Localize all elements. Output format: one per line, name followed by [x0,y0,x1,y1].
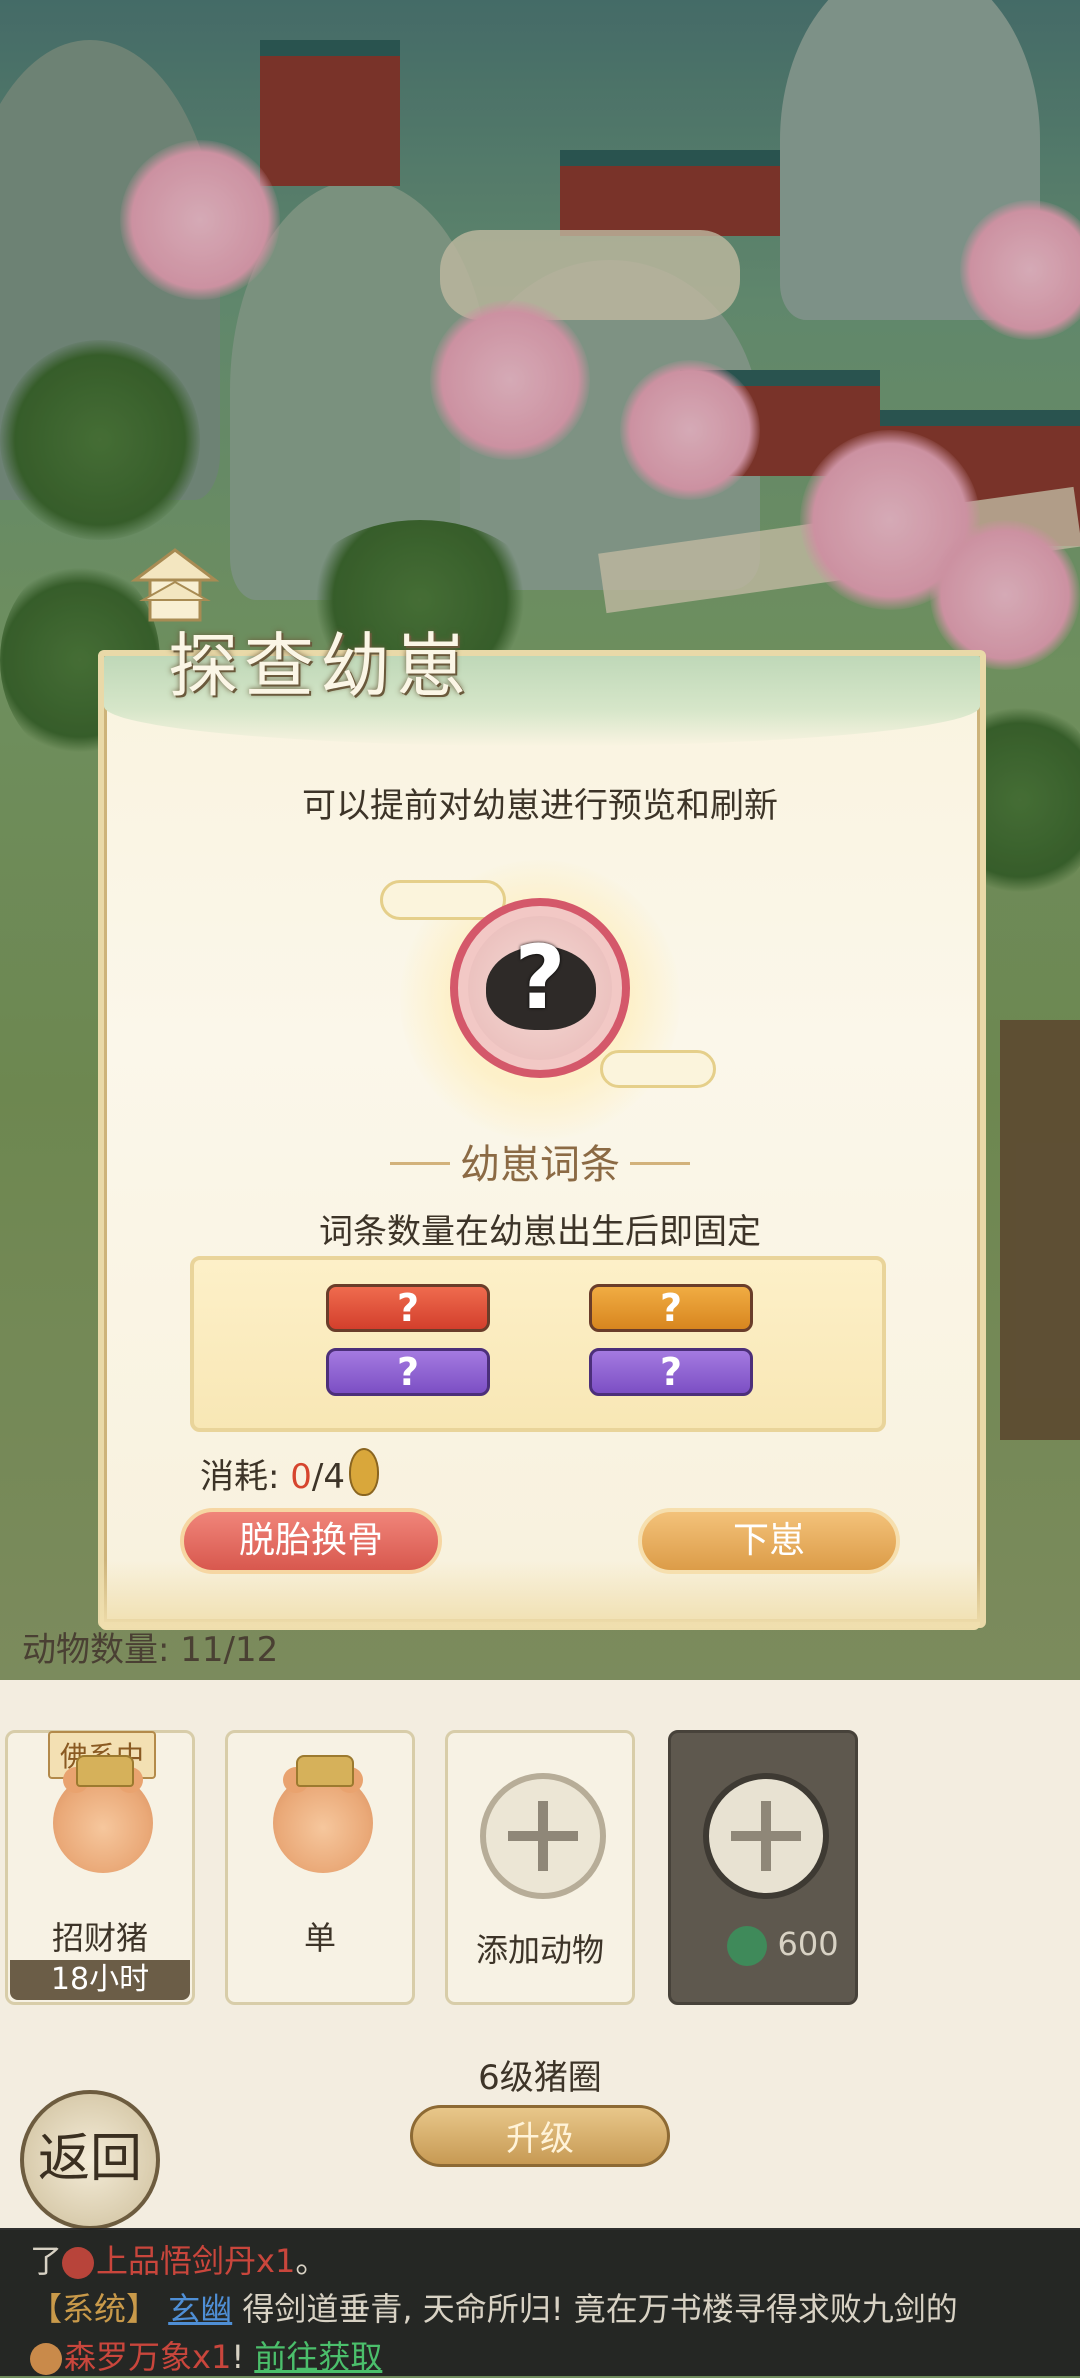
pen-level: 6级猪圈 [478,2058,602,2098]
chat-line-3: 森罗万象x1! 前往获取 [30,2332,382,2378]
scroll-icon [30,2343,62,2375]
pig-avatar [53,1767,153,1873]
question-mark: ? [514,926,566,1029]
cost-total: /4 [311,1457,346,1497]
section-title: 幼崽词条 [460,1142,620,1188]
chat-bar[interactable]: 了上品悟剑丹x1。 【系统】 玄幽 得剑道垂青, 天命所归! 竟在万书楼寻得求败… [0,2228,1080,2376]
animal-slot-2[interactable]: 单 [225,1730,415,2005]
pill-icon [62,2247,95,2279]
go-obtain-link[interactable]: 前往获取 [254,2338,382,2376]
hat-icon [296,1755,354,1787]
add-animal-slot[interactable]: 添加动物 [445,1730,635,2005]
reroll-button[interactable]: 脱胎换骨 [180,1508,442,1574]
trait-slot-2: ? [589,1284,753,1332]
animal-slot-1[interactable]: 佛系中 招财猪 18小时 [5,1730,195,2005]
upgrade-button[interactable]: 升级 [410,2105,670,2167]
back-button[interactable]: 返回 [20,2090,160,2230]
modal-title: 探查幼崽 [168,625,472,707]
cloud-decoration [600,1050,716,1088]
give-birth-button[interactable]: 下崽 [638,1508,900,1574]
chat-line-2: 【系统】 玄幽 得剑道垂青, 天命所归! 竟在万书楼寻得求败九剑的 [30,2284,958,2330]
item-name: 上品悟剑丹x1 [96,2242,296,2280]
trait-slot-4: ? [589,1348,753,1396]
gourd-icon [349,1448,380,1496]
jade-currency-icon [727,1926,768,1966]
animal-name: 单 [303,1919,336,1957]
animal-name: 招财猪 [51,1919,148,1957]
modal-subtitle: 可以提前对幼崽进行预览和刷新 [302,786,778,826]
divider [630,1162,690,1165]
trait-slot-1: ? [326,1284,490,1332]
item-name: 森罗万象x1 [64,2338,232,2376]
chat-line-1: 了上品悟剑丹x1。 [30,2236,327,2282]
trait-slot-3: ? [326,1348,490,1396]
system-tag: 【系统】 [30,2290,159,2328]
cost-line: 消耗: 0/4 [200,1448,380,1498]
mystery-cub-icon: ? [450,898,630,1078]
player-link[interactable]: 玄幽 [168,2290,232,2328]
cost-current: 0 [290,1457,312,1497]
hat-icon [76,1755,134,1787]
timer: 18小时 [10,1960,190,2000]
pig-avatar [273,1767,373,1873]
chat-text: 了 [30,2242,63,2280]
locked-slot[interactable]: 600 [668,1730,858,2005]
unlock-price: 600 [691,1925,875,1966]
traits-note: 词条数量在幼崽出生后即固定 [319,1212,761,1252]
chat-text: 。 [295,2242,328,2280]
chat-text: ! [231,2338,245,2376]
price-value: 600 [777,1925,839,1963]
chat-text: 得剑道垂青, 天命所归! 竟在万书楼寻得求败九剑的 [242,2290,958,2328]
add-animal-label: 添加动物 [475,1931,604,1969]
cost-label: 消耗: [200,1457,280,1497]
plus-icon [480,1773,606,1899]
traits-box [190,1256,886,1432]
lock-icon [703,1773,829,1899]
